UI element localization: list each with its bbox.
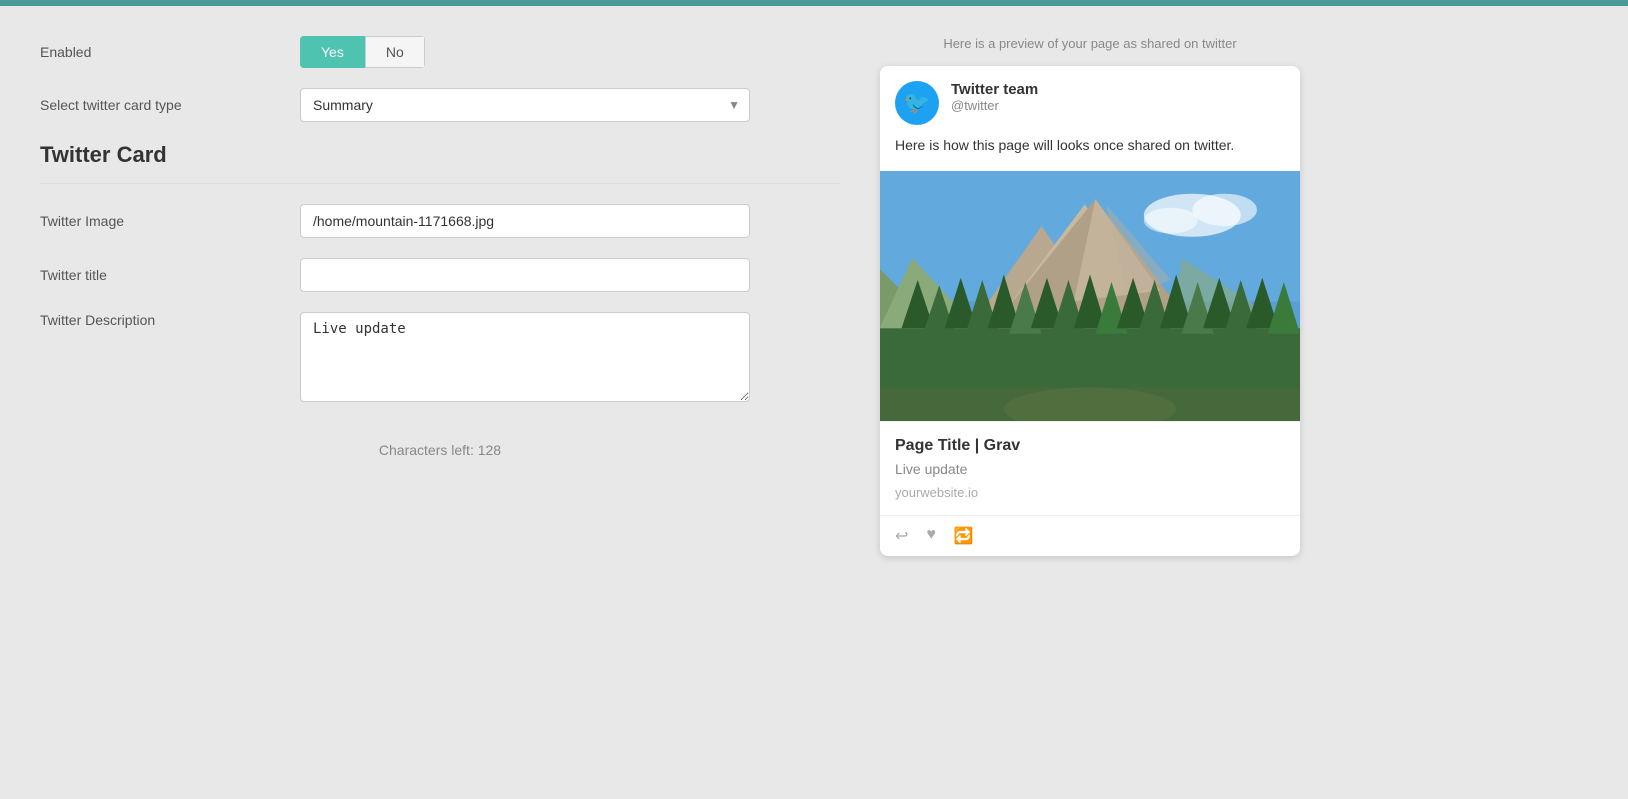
select-wrapper: Summary Summary with Large Image App Pla…	[300, 88, 750, 122]
description-row: Twitter Description Live update	[40, 312, 840, 402]
image-label: Twitter Image	[40, 213, 300, 229]
title-row: Twitter title	[40, 258, 840, 292]
left-panel: Enabled Yes No Select twitter card type …	[40, 36, 840, 769]
reply-icon[interactable]: ↩	[895, 526, 908, 546]
twitter-message: Here is how this page will looks once sh…	[880, 135, 1300, 171]
retweet-icon[interactable]: 🔁	[954, 526, 974, 546]
toggle-group: Yes No	[300, 36, 425, 68]
enabled-label: Enabled	[40, 44, 300, 60]
no-button[interactable]: No	[365, 36, 425, 68]
section-title: Twitter Card	[40, 142, 840, 184]
twitter-actions: ↩ ♥ 🔁	[880, 515, 1300, 556]
twitter-title-input[interactable]	[300, 258, 750, 292]
yes-button[interactable]: Yes	[300, 36, 365, 68]
card-description: Live update	[895, 461, 1285, 477]
twitter-handle: @twitter	[951, 98, 1285, 113]
twitter-user-info: Twitter team @twitter	[951, 81, 1285, 113]
twitter-bird-icon: 🐦	[903, 90, 930, 116]
twitter-description-textarea[interactable]: Live update	[300, 312, 750, 402]
chars-left: Characters left: 128	[40, 442, 840, 458]
card-title: Page Title | Grav	[895, 437, 1285, 455]
select-type-label: Select twitter card type	[40, 97, 300, 113]
enabled-row: Enabled Yes No	[40, 36, 840, 68]
twitter-image-input[interactable]	[300, 204, 750, 238]
twitter-card-type-select[interactable]: Summary Summary with Large Image App Pla…	[300, 88, 750, 122]
image-row: Twitter Image	[40, 204, 840, 238]
card-url: yourwebsite.io	[895, 485, 1285, 500]
twitter-preview-image	[880, 171, 1300, 421]
twitter-preview-card: 🐦 Twitter team @twitter Here is how this…	[880, 66, 1300, 556]
twitter-name: Twitter team	[951, 81, 1285, 98]
preview-header-text: Here is a preview of your page as shared…	[880, 36, 1300, 51]
description-label: Twitter Description	[40, 312, 300, 328]
like-icon[interactable]: ♥	[926, 526, 936, 546]
twitter-card-top: 🐦 Twitter team @twitter	[880, 66, 1300, 135]
right-panel: Here is a preview of your page as shared…	[880, 36, 1300, 769]
twitter-avatar: 🐦	[895, 81, 939, 125]
select-type-row: Select twitter card type Summary Summary…	[40, 88, 840, 122]
title-label: Twitter title	[40, 267, 300, 283]
twitter-card-bottom: Page Title | Grav Live update yourwebsit…	[880, 421, 1300, 515]
